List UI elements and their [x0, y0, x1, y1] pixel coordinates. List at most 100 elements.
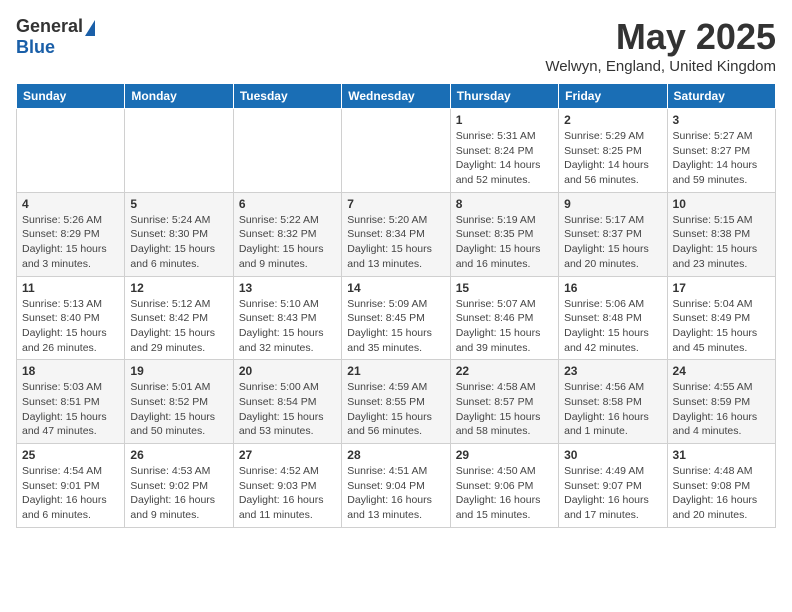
day-info: Sunrise: 5:07 AM Sunset: 8:46 PM Dayligh… — [456, 297, 553, 356]
day-info: Sunrise: 4:56 AM Sunset: 8:58 PM Dayligh… — [564, 380, 661, 439]
day-info: Sunrise: 5:00 AM Sunset: 8:54 PM Dayligh… — [239, 380, 336, 439]
calendar-cell: 4 Sunrise: 5:26 AM Sunset: 8:29 PM Daylig… — [17, 192, 125, 276]
weekday-header-sunday: Sunday — [17, 84, 125, 109]
calendar-week-row: 18Sunrise: 5:03 AM Sunset: 8:51 PM Dayli… — [17, 360, 776, 444]
calendar-cell: 27 Sunrise: 4:52 AM Sunset: 9:03 PM Dayli… — [233, 444, 341, 528]
day-number: 4 — [22, 197, 119, 211]
calendar-cell: 8Sunrise: 5:19 AM Sunset: 8:35 PM Daylig… — [450, 192, 558, 276]
calendar-cell: 19Sunrise: 5:01 AM Sunset: 8:52 PM Dayli… — [125, 360, 233, 444]
calendar-cell: 15 Sunrise: 5:07 AM Sunset: 8:46 PM Dayli… — [450, 276, 558, 360]
calendar-cell: 2 Sunrise: 5:29 AM Sunset: 8:25 PM Daylig… — [559, 109, 667, 193]
day-info: Sunrise: 5:06 AM Sunset: 8:48 PM Dayligh… — [564, 297, 661, 356]
calendar-cell — [342, 109, 450, 193]
day-number: 27 — [239, 448, 336, 462]
day-info: Sunrise: 4:49 AM Sunset: 9:07 PM Dayligh… — [564, 464, 661, 523]
logo: General Blue — [16, 16, 95, 58]
day-number: 12 — [130, 281, 227, 295]
day-info: Sunrise: 5:09 AM Sunset: 8:45 PM Dayligh… — [347, 297, 444, 356]
weekday-header-saturday: Saturday — [667, 84, 775, 109]
day-info: Sunrise: 5:29 AM Sunset: 8:25 PM Dayligh… — [564, 129, 661, 188]
day-info: Sunrise: 5:24 AM Sunset: 8:30 PM Dayligh… — [130, 213, 227, 272]
day-number: 14 — [347, 281, 444, 295]
calendar-cell: 31Sunrise: 4:48 AM Sunset: 9:08 PM Dayli… — [667, 444, 775, 528]
calendar-cell: 7 Sunrise: 5:20 AM Sunset: 8:34 PM Daylig… — [342, 192, 450, 276]
weekday-header-row: SundayMondayTuesdayWednesdayThursdayFrid… — [17, 84, 776, 109]
calendar-cell: 23 Sunrise: 4:56 AM Sunset: 8:58 PM Dayli… — [559, 360, 667, 444]
day-number: 6 — [239, 197, 336, 211]
day-info: Sunrise: 5:10 AM Sunset: 8:43 PM Dayligh… — [239, 297, 336, 356]
day-number: 29 — [456, 448, 553, 462]
calendar-cell — [233, 109, 341, 193]
calendar-cell: 6 Sunrise: 5:22 AM Sunset: 8:32 PM Daylig… — [233, 192, 341, 276]
calendar-cell: 28Sunrise: 4:51 AM Sunset: 9:04 PM Dayli… — [342, 444, 450, 528]
day-info: Sunrise: 4:59 AM Sunset: 8:55 PM Dayligh… — [347, 380, 444, 439]
day-number: 20 — [239, 364, 336, 378]
day-info: Sunrise: 4:48 AM Sunset: 9:08 PM Dayligh… — [673, 464, 770, 523]
logo-general-text: General — [16, 16, 83, 37]
calendar-cell: 5 Sunrise: 5:24 AM Sunset: 8:30 PM Daylig… — [125, 192, 233, 276]
logo-blue-text: Blue — [16, 37, 55, 58]
calendar-table: SundayMondayTuesdayWednesdayThursdayFrid… — [16, 83, 776, 528]
day-info: Sunrise: 5:13 AM Sunset: 8:40 PM Dayligh… — [22, 297, 119, 356]
calendar-cell: 14 Sunrise: 5:09 AM Sunset: 8:45 PM Dayli… — [342, 276, 450, 360]
day-number: 10 — [673, 197, 770, 211]
day-number: 26 — [130, 448, 227, 462]
weekday-header-thursday: Thursday — [450, 84, 558, 109]
calendar-cell — [17, 109, 125, 193]
day-info: Sunrise: 4:58 AM Sunset: 8:57 PM Dayligh… — [456, 380, 553, 439]
day-info: Sunrise: 4:54 AM Sunset: 9:01 PM Dayligh… — [22, 464, 119, 523]
day-number: 13 — [239, 281, 336, 295]
day-info: Sunrise: 5:12 AM Sunset: 8:42 PM Dayligh… — [130, 297, 227, 356]
page-header: General Blue May 2025 Welwyn, England, U… — [16, 16, 776, 75]
calendar-cell: 11Sunrise: 5:13 AM Sunset: 8:40 PM Dayli… — [17, 276, 125, 360]
calendar-cell: 3 Sunrise: 5:27 AM Sunset: 8:27 PM Daylig… — [667, 109, 775, 193]
calendar-cell: 20 Sunrise: 5:00 AM Sunset: 8:54 PM Dayli… — [233, 360, 341, 444]
day-number: 28 — [347, 448, 444, 462]
day-info: Sunrise: 5:04 AM Sunset: 8:49 PM Dayligh… — [673, 297, 770, 356]
day-info: Sunrise: 5:03 AM Sunset: 8:51 PM Dayligh… — [22, 380, 119, 439]
calendar-cell: 13 Sunrise: 5:10 AM Sunset: 8:43 PM Dayli… — [233, 276, 341, 360]
calendar-week-row: 1 Sunrise: 5:31 AM Sunset: 8:24 PM Daylig… — [17, 109, 776, 193]
day-number: 23 — [564, 364, 661, 378]
day-info: Sunrise: 5:15 AM Sunset: 8:38 PM Dayligh… — [673, 213, 770, 272]
calendar-cell: 12 Sunrise: 5:12 AM Sunset: 8:42 PM Dayli… — [125, 276, 233, 360]
day-info: Sunrise: 5:27 AM Sunset: 8:27 PM Dayligh… — [673, 129, 770, 188]
calendar-cell: 17 Sunrise: 5:04 AM Sunset: 8:49 PM Dayli… — [667, 276, 775, 360]
day-number: 16 — [564, 281, 661, 295]
calendar-cell: 22Sunrise: 4:58 AM Sunset: 8:57 PM Dayli… — [450, 360, 558, 444]
day-info: Sunrise: 5:31 AM Sunset: 8:24 PM Dayligh… — [456, 129, 553, 188]
day-number: 5 — [130, 197, 227, 211]
title-block: May 2025 Welwyn, England, United Kingdom — [545, 16, 776, 75]
day-number: 3 — [673, 113, 770, 127]
day-number: 7 — [347, 197, 444, 211]
day-number: 30 — [564, 448, 661, 462]
day-info: Sunrise: 5:01 AM Sunset: 8:52 PM Dayligh… — [130, 380, 227, 439]
weekday-header-monday: Monday — [125, 84, 233, 109]
calendar-cell — [125, 109, 233, 193]
logo-triangle-icon — [85, 20, 95, 36]
day-info: Sunrise: 4:50 AM Sunset: 9:06 PM Dayligh… — [456, 464, 553, 523]
day-info: Sunrise: 5:26 AM Sunset: 8:29 PM Dayligh… — [22, 213, 119, 272]
calendar-week-row: 11Sunrise: 5:13 AM Sunset: 8:40 PM Dayli… — [17, 276, 776, 360]
day-info: Sunrise: 5:17 AM Sunset: 8:37 PM Dayligh… — [564, 213, 661, 272]
day-info: Sunrise: 5:22 AM Sunset: 8:32 PM Dayligh… — [239, 213, 336, 272]
day-info: Sunrise: 4:52 AM Sunset: 9:03 PM Dayligh… — [239, 464, 336, 523]
calendar-cell: 26 Sunrise: 4:53 AM Sunset: 9:02 PM Dayli… — [125, 444, 233, 528]
day-info: Sunrise: 4:55 AM Sunset: 8:59 PM Dayligh… — [673, 380, 770, 439]
location-text: Welwyn, England, United Kingdom — [545, 58, 776, 75]
day-number: 2 — [564, 113, 661, 127]
day-number: 25 — [22, 448, 119, 462]
day-number: 21 — [347, 364, 444, 378]
day-number: 8 — [456, 197, 553, 211]
calendar-cell: 10 Sunrise: 5:15 AM Sunset: 8:38 PM Dayli… — [667, 192, 775, 276]
day-info: Sunrise: 5:20 AM Sunset: 8:34 PM Dayligh… — [347, 213, 444, 272]
day-info: Sunrise: 4:53 AM Sunset: 9:02 PM Dayligh… — [130, 464, 227, 523]
calendar-cell: 1 Sunrise: 5:31 AM Sunset: 8:24 PM Daylig… — [450, 109, 558, 193]
day-number: 1 — [456, 113, 553, 127]
calendar-cell: 24 Sunrise: 4:55 AM Sunset: 8:59 PM Dayli… — [667, 360, 775, 444]
calendar-cell: 16 Sunrise: 5:06 AM Sunset: 8:48 PM Dayli… — [559, 276, 667, 360]
day-number: 17 — [673, 281, 770, 295]
day-number: 15 — [456, 281, 553, 295]
day-number: 24 — [673, 364, 770, 378]
weekday-header-wednesday: Wednesday — [342, 84, 450, 109]
